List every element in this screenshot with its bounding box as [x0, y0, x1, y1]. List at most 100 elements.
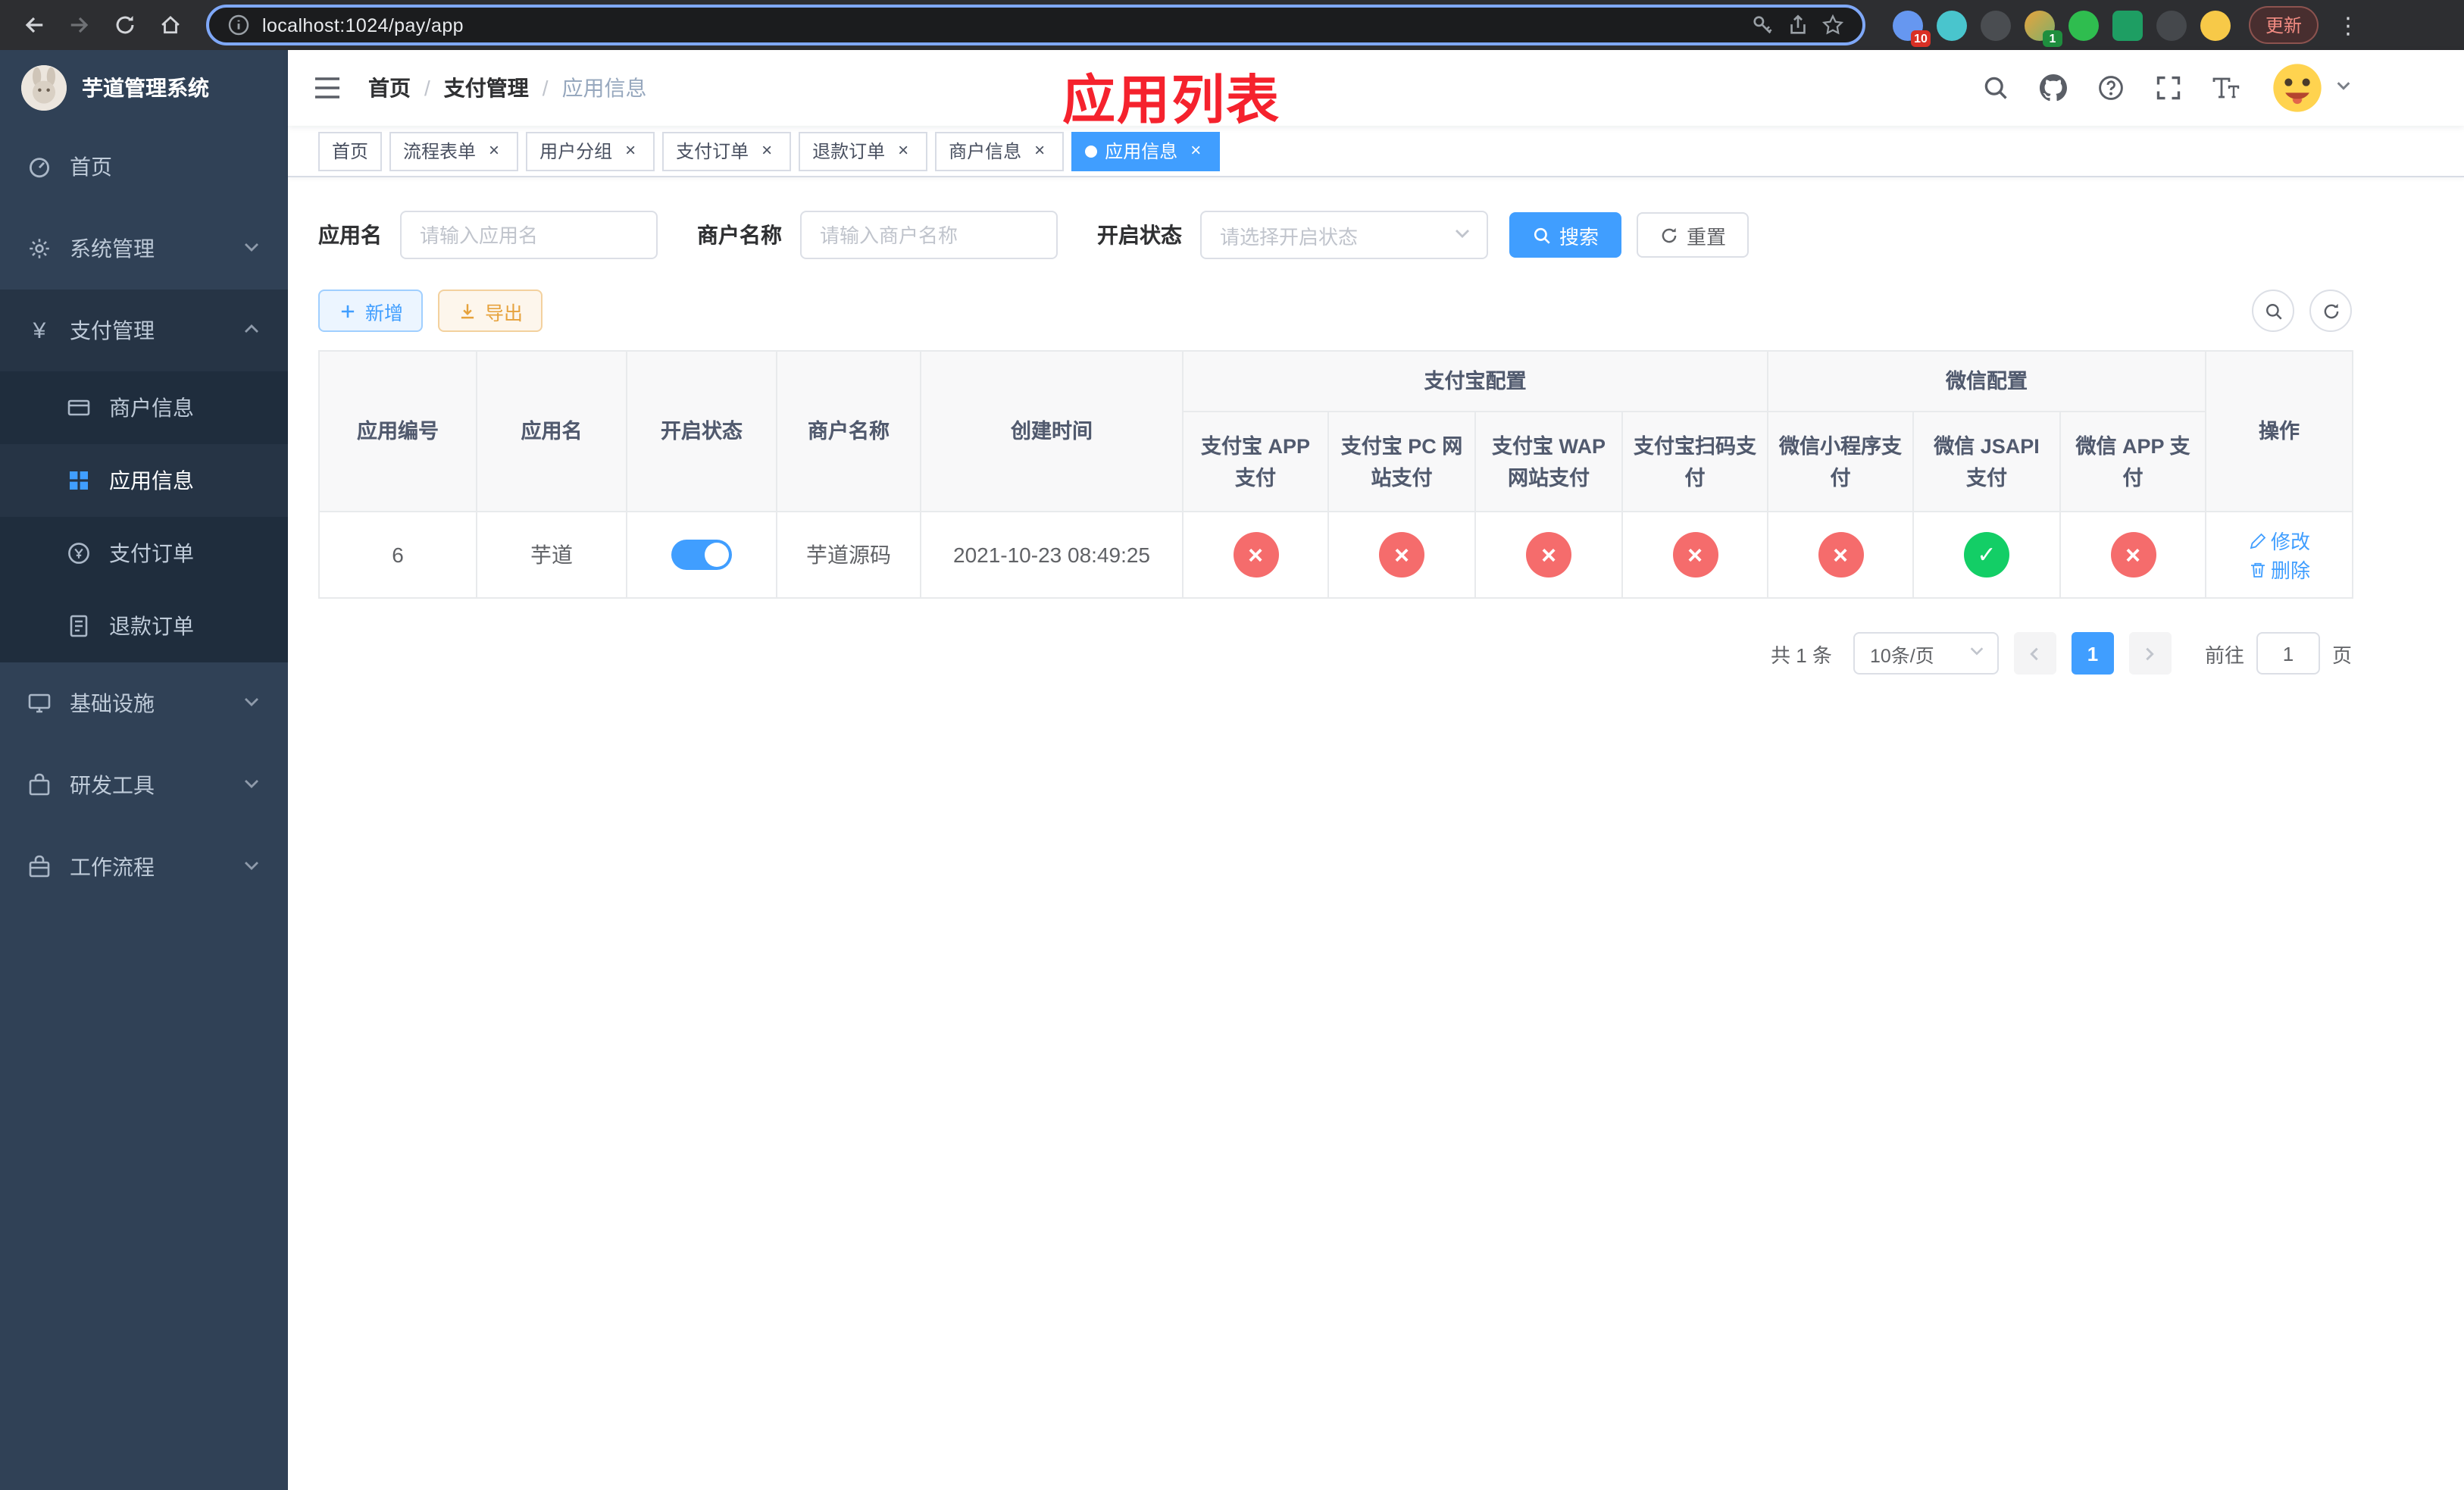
site-info-icon[interactable] — [227, 14, 250, 36]
status-toggle[interactable] — [671, 540, 732, 570]
extension-profile-icon[interactable]: 1 — [2025, 10, 2062, 46]
merchant-name-input[interactable] — [800, 211, 1058, 259]
browser-chrome: localhost:1024/pay/app 10 1 更新 ⋮ — [0, 0, 2464, 50]
tab-label: 用户分组 — [539, 141, 613, 162]
breadcrumb-home[interactable]: 首页 — [368, 73, 411, 103]
reset-button[interactable]: 重置 — [1637, 212, 1750, 258]
browser-menu-icon[interactable]: ⋮ — [2328, 11, 2369, 39]
col-header-app-id: 应用编号 — [318, 350, 477, 512]
search-icon[interactable] — [1981, 74, 2009, 102]
bookmark-star-icon[interactable] — [1821, 14, 1844, 36]
extension-puzzle-icon[interactable]: 10 — [1893, 10, 1931, 46]
back-icon[interactable] — [15, 7, 52, 43]
password-key-icon[interactable] — [1752, 14, 1775, 36]
status-select[interactable]: 请选择开启状态 — [1200, 211, 1488, 259]
yen-icon: ¥ — [33, 318, 46, 343]
tab-label: 应用信息 — [1105, 141, 1178, 162]
sidebar-item-pay-order[interactable]: 支付订单 — [0, 517, 288, 590]
extension-green-square-icon[interactable] — [2112, 10, 2143, 40]
sidebar-item-app-info[interactable]: 应用信息 — [0, 444, 288, 517]
tab-app-info[interactable]: 应用信息 — [1071, 131, 1221, 171]
cell-status — [626, 511, 777, 599]
extension-dark-icon[interactable] — [1981, 10, 2011, 40]
sidebar-item-home[interactable]: 首页 — [0, 126, 288, 208]
col-header-merchant: 商户名称 — [776, 350, 921, 512]
goto-page-input[interactable] — [2256, 632, 2320, 675]
sidebar-item-infrastructure[interactable]: 基础设施 — [0, 662, 288, 744]
app-title: 芋道管理系统 — [82, 76, 209, 100]
app-name-label: 应用名 — [318, 223, 382, 247]
home-icon[interactable] — [152, 7, 188, 43]
main-area: 首页 / 支付管理 / 应用信息 首页 流程表单 × 用户分组 × 支付订单 ×… — [288, 50, 2464, 1490]
tab-user-group[interactable]: 用户分组 — [526, 131, 655, 171]
sidebar-logo[interactable]: 芋道管理系统 — [0, 50, 288, 126]
app-name-input[interactable] — [400, 211, 658, 259]
tab-process-form[interactable]: 流程表单 — [389, 131, 519, 171]
tab-refund-order[interactable]: 退款订单 — [799, 131, 928, 171]
extension-colorpick-icon[interactable] — [1937, 10, 1967, 40]
sidebar-item-label: 系统管理 — [70, 236, 155, 261]
tab-home[interactable]: 首页 — [318, 131, 383, 171]
app-table: 应用编号 应用名 开启状态 商户名称 创建时间 支付宝配置 微信配置 操作 支付… — [318, 350, 2354, 599]
tab-pay-order[interactable]: 支付订单 — [662, 131, 792, 171]
sidebar-item-workflow[interactable]: 工作流程 — [0, 826, 288, 908]
screen: localhost:1024/pay/app 10 1 更新 ⋮ 芋道管理系统 … — [0, 0, 2464, 1490]
page-content: 应用名 商户名称 开启状态 请选择开启状态 搜索 — [288, 177, 2464, 1490]
prev-page-button[interactable] — [2013, 632, 2056, 675]
font-size-icon[interactable] — [2211, 74, 2240, 102]
col-header-alipay-qr: 支付宝扫码支付 — [1621, 411, 1768, 512]
wx-lite-status-icon — [1818, 532, 1863, 578]
edit-button[interactable]: 修改 — [2248, 526, 2310, 555]
fullscreen-icon[interactable] — [2153, 74, 2182, 102]
extension-face-icon[interactable] — [2200, 10, 2231, 40]
col-header-alipay-pc: 支付宝 PC 网站支付 — [1327, 411, 1476, 512]
monitor-icon — [27, 691, 52, 715]
toggle-search-button[interactable] — [2252, 290, 2294, 332]
page-size-select[interactable]: 10条/页 — [1853, 632, 1999, 675]
github-icon[interactable] — [2038, 74, 2067, 102]
search-button[interactable]: 搜索 — [1509, 212, 1622, 258]
pagination: 共 1 条 10条/页 1 前往 1 页 — [318, 632, 2352, 675]
breadcrumb-separator: / — [542, 76, 549, 100]
tab-merchant-info[interactable]: 商户信息 — [935, 131, 1065, 171]
refresh-button[interactable] — [2309, 290, 2352, 332]
export-button-label: 导出 — [485, 302, 524, 324]
sidebar-item-dev-tools[interactable]: 研发工具 — [0, 744, 288, 826]
address-bar[interactable]: localhost:1024/pay/app — [206, 5, 1865, 45]
close-icon[interactable] — [756, 140, 777, 161]
close-icon[interactable] — [620, 140, 641, 161]
add-button[interactable]: 新增 — [318, 290, 424, 332]
sidebar-item-system[interactable]: 系统管理 — [0, 208, 288, 290]
status-select-placeholder: 请选择开启状态 — [1220, 225, 1359, 248]
url-text[interactable]: localhost:1024/pay/app — [262, 14, 1740, 36]
sidebar-item-merchant-info[interactable]: 商户信息 — [0, 371, 288, 444]
reset-button-label: 重置 — [1687, 225, 1727, 248]
sidebar-item-label: 工作流程 — [70, 855, 155, 879]
sidebar-item-refund-order[interactable]: 退款订单 — [0, 590, 288, 662]
extension-pin-icon[interactable] — [2156, 10, 2187, 40]
page-number-button[interactable]: 1 — [2071, 632, 2114, 675]
extension-green-circle-icon[interactable] — [2068, 10, 2099, 40]
share-icon[interactable] — [1787, 14, 1809, 36]
next-page-button[interactable] — [2128, 632, 2172, 675]
delete-button[interactable]: 删除 — [2248, 555, 2310, 584]
close-icon[interactable] — [483, 140, 505, 161]
sidebar-item-payment[interactable]: ¥ 支付管理 — [0, 290, 288, 371]
browser-update-button[interactable]: 更新 — [2249, 6, 2319, 44]
close-icon[interactable] — [1185, 140, 1206, 161]
tab-label: 退款订单 — [812, 141, 886, 162]
forward-icon[interactable] — [61, 7, 97, 43]
table-toolbar: 新增 导出 — [318, 290, 2352, 332]
reload-icon[interactable] — [106, 7, 142, 43]
annotation-title: 应用列表 — [1062, 71, 1281, 130]
close-icon[interactable] — [1029, 140, 1050, 161]
breadcrumb-payment[interactable]: 支付管理 — [444, 73, 529, 103]
sidebar-toggle-icon[interactable] — [311, 71, 344, 105]
export-button[interactable]: 导出 — [438, 290, 543, 332]
chevron-down-icon — [242, 773, 261, 797]
help-icon[interactable] — [2096, 74, 2125, 102]
user-menu[interactable] — [2269, 59, 2352, 117]
close-icon[interactable] — [893, 140, 914, 161]
table-row: 6 芋道 芋道源码 2021-10-23 08:49:25 × × × × × … — [318, 511, 2354, 599]
chevron-down-icon — [1968, 643, 1985, 664]
